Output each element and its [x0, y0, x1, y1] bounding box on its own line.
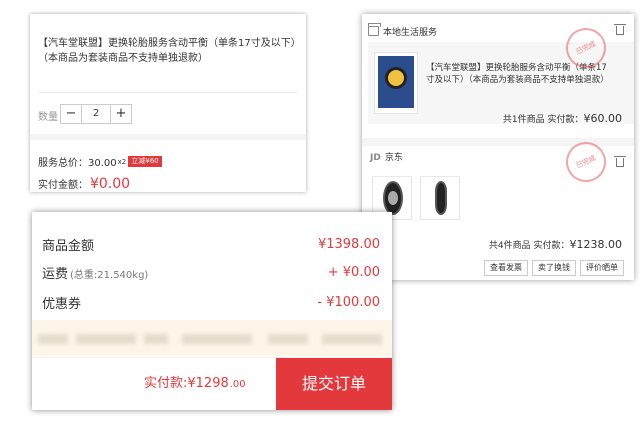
paid-amount-label: 实付款:¥1298: [144, 376, 229, 391]
service-total-label: 服务总价：30.00: [38, 158, 117, 169]
coupon-value: - ¥100.00: [317, 294, 380, 310]
freight-row: 运费 (总重:21.540kg) + ¥0.00: [42, 262, 380, 282]
delete-order-button[interactable]: [616, 158, 624, 167]
goods-amount-label: 商品金额: [42, 238, 95, 254]
review-button[interactable]: 评价晒单: [580, 260, 624, 276]
coupon-row[interactable]: 优惠券 - ¥100.00: [42, 292, 380, 312]
shop-header-jd[interactable]: JD 京东: [370, 150, 403, 163]
freight-value: + ¥0.00: [327, 264, 380, 280]
freight-weight: (总重:21.540kg): [70, 269, 149, 281]
blurred-promo-bar: [32, 320, 392, 356]
discount-badge: 立减¥60: [128, 156, 162, 167]
actual-pay-label: 实付金额：: [38, 180, 88, 191]
goods-amount-value: ¥1398.00: [317, 236, 380, 252]
shop-name: 本地生活服务: [383, 27, 438, 38]
submit-order-button[interactable]: 提交订单: [276, 358, 392, 410]
resell-button[interactable]: 卖了换钱: [532, 260, 576, 276]
order-summary-value: ¥60.00: [583, 112, 623, 125]
quantity-minus-button[interactable]: −: [61, 105, 81, 123]
actual-pay: 实付金额： ¥0.00: [38, 176, 130, 192]
trash-icon: [616, 26, 624, 35]
service-item-card: 【汽车堂联盟】更换轮胎服务含动平衡（单条17寸及以下）（本商品为套装商品不支持单…: [30, 14, 306, 192]
product-thumbnail[interactable]: [420, 176, 460, 220]
paid-amount: 实付款:¥1298.00: [144, 372, 246, 391]
product-thumbnail[interactable]: [374, 52, 418, 114]
coupon-label: 优惠券: [42, 296, 82, 312]
section-separator: [30, 134, 306, 140]
goods-amount-row: 商品金额 ¥1398.00: [42, 234, 380, 254]
divider: [38, 92, 298, 93]
service-total: 服务总价：30.00 x2 立减¥60: [38, 154, 162, 169]
tire-icon: [385, 67, 407, 89]
shop-name: 京东: [384, 153, 403, 163]
delete-order-button[interactable]: [616, 26, 624, 35]
jd-logo: JD: [370, 153, 381, 163]
order-summary-value: ¥1238.00: [569, 238, 623, 251]
view-invoice-button[interactable]: 查看发票: [484, 260, 528, 276]
paid-amount-decimal: .00: [229, 379, 246, 390]
order-summary: 共1件商品 实付款：¥60.00: [503, 112, 622, 125]
checkout-summary-card: 商品金额 ¥1398.00 运费 (总重:21.540kg) + ¥0.00 优惠…: [32, 212, 392, 410]
service-multiplier: x2: [117, 157, 127, 166]
actual-pay-value: ¥0.00: [90, 176, 131, 192]
order-summary-label: 共4件商品 实付款：: [488, 241, 570, 251]
quantity-input[interactable]: 2: [81, 105, 111, 123]
quantity-label: 数量: [38, 112, 58, 123]
order-actions: 查看发票 卖了换钱 评价晒单: [484, 260, 624, 276]
service-item-title[interactable]: 【汽车堂联盟】更换轮胎服务含动平衡（单条17寸及以下）（本商品为套装商品不支持单…: [38, 36, 300, 66]
order-summary: 共4件商品 实付款：¥1238.00: [489, 238, 622, 251]
order-list-card: 本地生活服务 【汽车堂联盟】更换轮胎服务含动平衡（单条17寸及以下）（本商品为套…: [362, 14, 634, 280]
trash-icon: [616, 158, 624, 167]
quantity-stepper: − 2 +: [60, 104, 132, 124]
tire-icon: [435, 181, 447, 215]
order-summary-label: 共1件商品 实付款：: [502, 115, 584, 125]
shop-icon: [368, 23, 381, 36]
quantity-plus-button[interactable]: +: [111, 105, 131, 123]
freight-label: 运费: [42, 266, 69, 282]
